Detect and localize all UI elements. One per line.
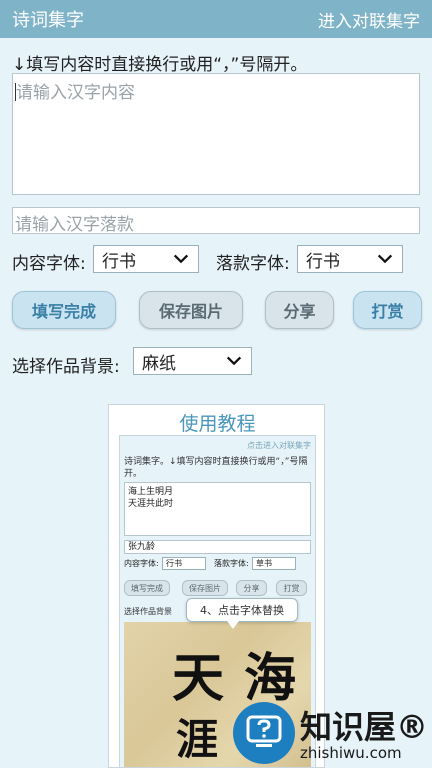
chevron-down-icon: [226, 356, 242, 366]
tutorial-signature: 张九龄: [124, 540, 311, 554]
tutorial-reward-button: 打赏: [276, 580, 307, 596]
tutorial-line: 天涯共此时: [128, 499, 174, 509]
save-image-button[interactable]: 保存图片: [139, 291, 243, 329]
tutorial-hint: 诗词集字。↓填写内容时直接换行或用“，”号隔开。: [124, 457, 308, 479]
app-title: 诗词集字: [12, 10, 84, 31]
background-select[interactable]: 麻纸: [133, 347, 252, 375]
tutorial-image: 使用教程 点击进入对联集字 诗词集字。↓填写内容时直接换行或用“，”号隔开。 海…: [108, 404, 325, 768]
tutorial-content-label: 内容字体:: [124, 559, 159, 568]
top-bar: 诗词集字 进入对联集字: [0, 0, 432, 38]
tutorial-share-button: 分享: [236, 580, 267, 596]
content-font-value: 行书: [102, 251, 136, 272]
calligraphy-char: 天: [172, 648, 225, 709]
tutorial-tooltip: 4、点击字体替换: [186, 598, 298, 629]
tutorial-signature-label: 落款字体:: [214, 559, 249, 568]
background-value: 麻纸: [142, 353, 176, 374]
content-font-label: 内容字体:: [12, 254, 86, 274]
tutorial-link: 点击进入对联集字: [247, 441, 311, 450]
chevron-down-icon: [377, 254, 393, 264]
watermark-logo: [233, 702, 295, 764]
tutorial-content: 海上生明月 天涯共此时: [124, 482, 311, 536]
signature-placeholder: 请输入汉字落款: [15, 215, 134, 235]
share-button[interactable]: 分享: [265, 291, 334, 329]
signature-font-label: 落款字体:: [216, 254, 290, 274]
content-placeholder: 请输入汉字内容: [16, 83, 135, 103]
tutorial-title: 使用教程: [179, 413, 256, 435]
tutorial-signature-select: 草书: [252, 557, 296, 570]
tutorial-bg-label: 选择作品背景: [124, 607, 172, 616]
signature-input[interactable]: 请输入汉字落款: [12, 207, 420, 235]
background-label: 选择作品背景:: [12, 357, 120, 377]
question-monitor-icon: [246, 715, 282, 747]
calligraphy-char: 海: [244, 648, 297, 709]
watermark-brand: 知识屋®: [300, 708, 429, 746]
tutorial-done-button: 填写完成: [124, 580, 170, 596]
chevron-down-icon: [173, 254, 189, 264]
content-textarea[interactable]: 请输入汉字内容: [12, 73, 420, 195]
calligraphy-char: 涯: [176, 715, 219, 764]
reward-button[interactable]: 打赏: [353, 291, 422, 329]
input-hint: ↓填写内容时直接换行或用“，”号隔开。: [12, 55, 308, 75]
couplet-link[interactable]: 进入对联集字: [318, 7, 420, 32]
done-button[interactable]: 填写完成: [12, 291, 116, 329]
tutorial-line: 海上生明月: [128, 487, 174, 497]
signature-font-select[interactable]: 行书: [297, 245, 403, 273]
signature-font-value: 行书: [306, 251, 340, 272]
tutorial-content-select: 行书: [162, 557, 206, 570]
watermark-url: zhishiwu.com: [300, 744, 402, 762]
content-font-select[interactable]: 行书: [93, 245, 199, 273]
tutorial-save-button: 保存图片: [182, 580, 228, 596]
